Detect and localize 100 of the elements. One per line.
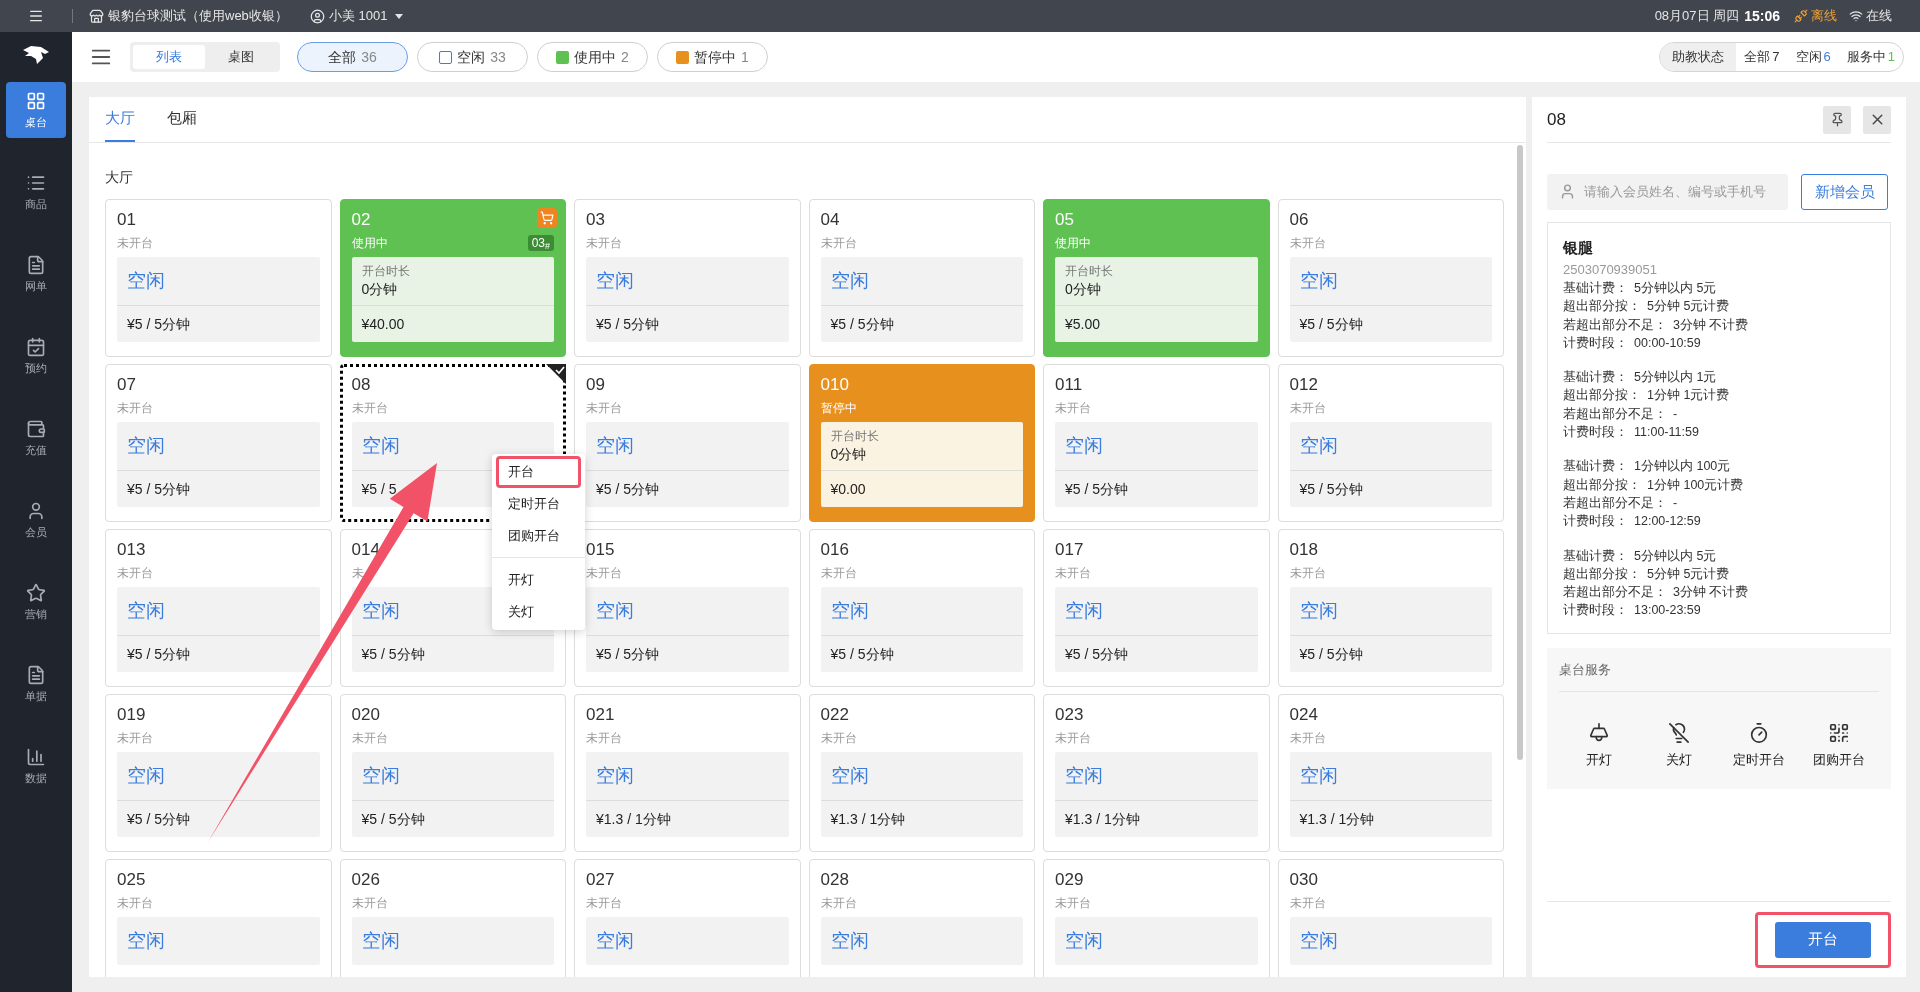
table-card[interactable]: 011 未开台 空闲 ¥5 / 5分钟	[1043, 364, 1270, 522]
idle-label: 空闲	[361, 763, 400, 788]
service-button[interactable]: 定时开台	[1719, 721, 1799, 770]
table-card[interactable]: 03 未开台 空闲 ¥5 / 5分钟	[574, 199, 801, 357]
add-member-button[interactable]: 新增会员	[1801, 174, 1888, 210]
rate-value: 5分钟 5元计费	[1647, 565, 1730, 583]
filter-chip[interactable]: 使用中 2	[537, 42, 648, 72]
caret-icon[interactable]	[395, 13, 404, 19]
table-price: ¥5 / 5分钟	[1065, 644, 1129, 664]
filter-chip[interactable]: 暂停中 1	[657, 42, 768, 72]
table-card[interactable]: 04 未开台 空闲 ¥5 / 5分钟	[808, 199, 1035, 357]
table-card[interactable]: 029 未开台 空闲	[1043, 859, 1270, 977]
bar-chart-icon	[26, 747, 46, 767]
view-tab[interactable]: 桌图	[205, 45, 277, 69]
table-card[interactable]: 019 未开台 空闲 ¥5 / 5分钟	[105, 694, 332, 852]
table-status: 未开台	[586, 235, 622, 252]
area-tab[interactable]: 大厅	[105, 97, 135, 142]
filter-chip[interactable]: 全部 36	[297, 42, 408, 72]
service-button[interactable]: 团购开台	[1799, 721, 1879, 770]
idle-label: 空闲	[830, 928, 869, 953]
check-corner-icon	[546, 364, 566, 384]
table-card[interactable]: 06 未开台 空闲 ¥5 / 5分钟	[1277, 199, 1504, 357]
assistant-count[interactable]: 服务中 1	[1838, 47, 1903, 67]
table-number: 015	[586, 539, 615, 561]
table-card[interactable]: 015 未开台 空闲 ¥5 / 5分钟	[574, 529, 801, 687]
table-card[interactable]: 018 未开台 空闲 ¥5 / 5分钟	[1277, 529, 1504, 687]
nav-item[interactable]: 会员	[6, 492, 66, 548]
area-tab[interactable]: 包厢	[167, 97, 197, 142]
nav-item[interactable]: 网单	[6, 246, 66, 302]
table-card[interactable]: 028 未开台 空闲	[808, 859, 1035, 977]
duration-label: 开台时长	[361, 263, 410, 279]
table-number: 025	[117, 869, 146, 891]
table-card[interactable]: 01 未开台 空闲 ¥5 / 5分钟	[105, 199, 332, 357]
rate-label: 超出部分按：	[1563, 565, 1641, 583]
idle-label: 空闲	[596, 268, 634, 293]
view-tab[interactable]: 列表	[133, 45, 205, 69]
user-icon	[1559, 183, 1576, 200]
table-card[interactable]: 022 未开台 空闲 ¥1.3 / 1分钟	[808, 694, 1035, 852]
nav-item[interactable]: 充值	[6, 410, 66, 466]
table-card[interactable]: 030 未开台 空闲	[1277, 859, 1504, 977]
table-card[interactable]: 010 暂停中 开台时长 0分钟 ¥0.00	[808, 364, 1035, 522]
menu-icon[interactable]	[28, 8, 44, 24]
nav-item[interactable]: 单据	[6, 656, 66, 712]
table-price: ¥5 / 5分钟	[127, 644, 191, 664]
nav-item[interactable]: 商品	[6, 164, 66, 220]
nav-item[interactable]: 数据	[6, 738, 66, 794]
table-card[interactable]: 016 未开台 空闲 ¥5 / 5分钟	[808, 529, 1035, 687]
table-price: ¥5 / 5	[361, 479, 397, 499]
table-number: 08	[351, 374, 371, 396]
scrollbar-thumb[interactable]	[1517, 145, 1523, 760]
rate-value: 5分钟以内 5元	[1634, 547, 1717, 565]
nav-item[interactable]: 桌台	[6, 82, 66, 138]
table-card[interactable]: 013 未开台 空闲 ¥5 / 5分钟	[105, 529, 332, 687]
table-card[interactable]: 09 未开台 空闲 ¥5 / 5分钟	[574, 364, 801, 522]
rate-value: 1分钟 100元计费	[1647, 476, 1744, 494]
table-amount: ¥5.00	[1065, 314, 1101, 334]
online-status: 在线	[1866, 7, 1892, 26]
table-card[interactable]: 023 未开台 空闲 ¥1.3 / 1分钟	[1043, 694, 1270, 852]
table-status: 未开台	[117, 235, 153, 252]
assistant-count[interactable]: 全部 7	[1736, 47, 1788, 67]
service-button[interactable]: 关灯	[1639, 721, 1719, 770]
open-table-button[interactable]: 开台	[1775, 921, 1871, 958]
user-name[interactable]: 小美 1001	[328, 6, 388, 26]
menu-item[interactable]: 开台	[496, 456, 581, 488]
member-search-field[interactable]: 请输入会员姓名、编号或手机号	[1547, 174, 1788, 210]
table-card[interactable]: 07 未开台 空闲 ¥5 / 5分钟	[105, 364, 332, 522]
table-number: 04	[820, 209, 840, 231]
rate-name: 银腿	[1563, 238, 1593, 258]
filter-chip[interactable]: 空闲 33	[417, 42, 528, 72]
table-number: 011	[1055, 374, 1083, 396]
table-status: 未开台	[1055, 565, 1091, 582]
pin-button[interactable]	[1823, 105, 1851, 134]
table-price: ¥5 / 5分钟	[127, 479, 191, 499]
rate-value: 3分钟 不计费	[1673, 316, 1749, 334]
table-card[interactable]: 024 未开台 空闲 ¥1.3 / 1分钟	[1277, 694, 1504, 852]
offline-status: 离线	[1811, 7, 1837, 26]
calendar-icon	[26, 337, 46, 357]
table-card[interactable]: 020 未开台 空闲 ¥5 / 5分钟	[339, 694, 566, 852]
rate-value: 00:00-10:59	[1634, 334, 1701, 352]
table-card[interactable]: 025 未开台 空闲	[105, 859, 332, 977]
table-card[interactable]: 017 未开台 空闲 ¥5 / 5分钟	[1043, 529, 1270, 687]
rate-value: 1分钟以内 100元	[1634, 458, 1731, 476]
date-text: 08月07日 周四	[1654, 7, 1740, 26]
nav-item[interactable]: 营销	[6, 574, 66, 630]
table-price: ¥5 / 5分钟	[1065, 479, 1129, 499]
service-button[interactable]: 开灯	[1559, 721, 1639, 770]
close-button[interactable]	[1863, 105, 1891, 134]
table-card[interactable]: 012 未开台 空闲 ¥5 / 5分钟	[1277, 364, 1504, 522]
table-card[interactable]: 026 未开台 空闲	[339, 859, 566, 977]
table-number: 09	[586, 374, 605, 396]
qr-code-icon	[1828, 721, 1850, 744]
nav-item[interactable]: 预约	[6, 328, 66, 384]
table-number: 06	[1289, 209, 1309, 231]
table-card[interactable]: 021 未开台 空闲 ¥1.3 / 1分钟	[574, 694, 801, 852]
table-status: 未开台	[586, 400, 622, 417]
table-card[interactable]: 02 使用中 03$_{#}$ 开台时长 0分钟 ¥40.00	[339, 199, 566, 357]
table-card[interactable]: 05 使用中 开台时长 0分钟 ¥5.00	[1043, 199, 1270, 357]
table-card[interactable]: 027 未开台 空闲	[574, 859, 801, 977]
assistant-count[interactable]: 空闲 6	[1787, 47, 1839, 67]
table-number: 019	[117, 704, 146, 726]
